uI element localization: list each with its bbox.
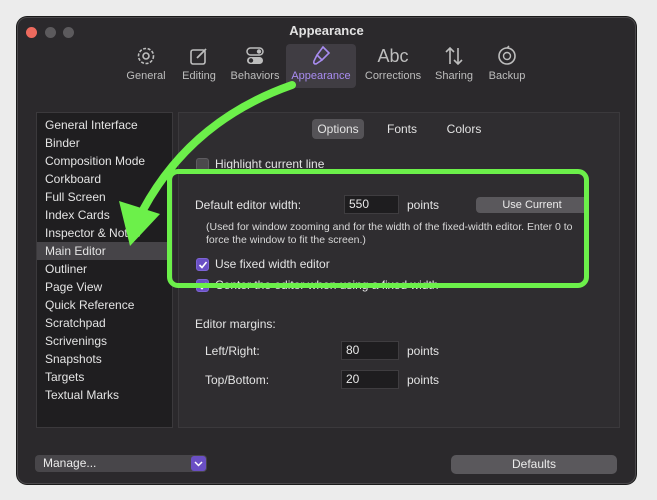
toolbar-label: Appearance: [291, 70, 351, 82]
chevron-down-icon: [194, 461, 203, 467]
sidebar-item-general-interface[interactable]: General Interface: [37, 116, 172, 134]
toolbar-label: Sharing: [435, 70, 473, 82]
margins-label: Editor margins:: [195, 317, 276, 331]
sidebar-item-outliner[interactable]: Outliner: [37, 260, 172, 278]
tab-colors[interactable]: Colors: [439, 119, 489, 139]
annotation-highlight-box: [167, 169, 589, 288]
sidebar-item-snapshots[interactable]: Snapshots: [37, 350, 172, 368]
pencil-square-icon: [190, 48, 207, 65]
left-right-label: Left/Right:: [205, 344, 260, 358]
sidebar-item-corkboard[interactable]: Corkboard: [37, 170, 172, 188]
toolbar-corrections[interactable]: Abc Corrections: [362, 44, 424, 88]
toolbar-label: General: [126, 70, 166, 82]
left-right-unit: points: [407, 344, 440, 358]
toolbar-label: Corrections: [364, 70, 422, 82]
toggle-icon: [246, 47, 264, 64]
toolbar-appearance[interactable]: Appearance: [286, 44, 356, 88]
sidebar-item-page-view[interactable]: Page View: [37, 278, 172, 296]
sidebar-item-textual-marks[interactable]: Textual Marks: [37, 386, 172, 404]
title-bar: Appearance: [18, 18, 635, 44]
category-sidebar: General Interface Binder Composition Mod…: [36, 112, 173, 428]
sidebar-item-scrivenings[interactable]: Scrivenings: [37, 332, 172, 350]
top-bottom-unit: points: [407, 373, 440, 387]
preferences-toolbar: General Editing Behaviors Appearance Abc…: [18, 44, 635, 90]
sidebar-item-index-cards[interactable]: Index Cards: [37, 206, 172, 224]
top-bottom-field[interactable]: 20: [341, 370, 399, 389]
paintbrush-icon: [312, 45, 331, 65]
tab-options[interactable]: Options: [312, 119, 364, 139]
window-title: Appearance: [289, 23, 364, 38]
manage-popup[interactable]: Manage...: [35, 455, 207, 472]
abc-icon: Abc: [377, 46, 409, 66]
sidebar-item-binder[interactable]: Binder: [37, 134, 172, 152]
toolbar-backup[interactable]: Backup: [484, 44, 530, 88]
arrows-updown-icon: [445, 46, 463, 66]
toolbar-sharing[interactable]: Sharing: [432, 44, 476, 88]
defaults-button[interactable]: Defaults: [451, 455, 617, 474]
top-bottom-label: Top/Bottom:: [205, 373, 270, 387]
sidebar-item-full-screen[interactable]: Full Screen: [37, 188, 172, 206]
toolbar-general[interactable]: General: [123, 44, 169, 88]
sidebar-item-quick-reference[interactable]: Quick Reference: [37, 296, 172, 314]
toolbar-label: Editing: [182, 70, 216, 82]
sidebar-item-targets[interactable]: Targets: [37, 368, 172, 386]
sidebar-item-main-editor[interactable]: Main Editor: [37, 242, 172, 260]
gear-icon: [137, 47, 155, 65]
toolbar-behaviors[interactable]: Behaviors: [229, 44, 281, 88]
sidebar-item-inspector-notes[interactable]: Inspector & Notes: [37, 224, 172, 242]
backup-icon: [498, 45, 516, 65]
left-right-field[interactable]: 80: [341, 341, 399, 360]
manage-label: Manage...: [43, 456, 97, 470]
tab-fonts[interactable]: Fonts: [379, 119, 425, 139]
popup-arrow: [191, 456, 206, 471]
sidebar-item-scratchpad[interactable]: Scratchpad: [37, 314, 172, 332]
toolbar-label: Backup: [488, 70, 526, 82]
toolbar-editing[interactable]: Editing: [177, 44, 221, 88]
sidebar-item-composition-mode[interactable]: Composition Mode: [37, 152, 172, 170]
toolbar-label: Behaviors: [230, 70, 280, 82]
